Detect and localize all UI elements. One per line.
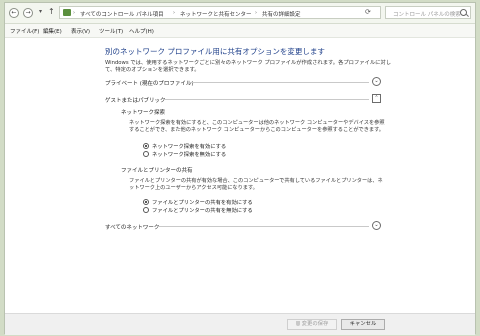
control-panel-window: ← → ▾ ↑ › すべてのコントロール パネル項目 › ネットワークと共有セン… [4,2,476,335]
cancel-button[interactable]: キャンセル [341,319,385,330]
save-changes-label: 変更の保存 [301,321,329,327]
chevron-up-icon[interactable]: ⌃ [372,94,381,103]
section-all-networks[interactable]: すべてのネットワーク ⌄ [105,220,381,232]
divider [163,99,369,100]
divider [189,82,369,83]
chevron-down-icon[interactable]: ⌄ [372,77,381,86]
chevron-down-icon[interactable]: ⌄ [372,221,381,230]
menu-help[interactable]: ヘルプ(H) [129,27,154,35]
radio-label: ネットワーク探索を有効にする [152,144,227,150]
breadcrumb-all-items[interactable]: すべてのコントロール パネル項目 [80,10,164,18]
file-printer-sharing-title: ファイルとプリンターの共有 [121,168,193,174]
radio-label: ネットワーク探索を無効にする [152,152,227,158]
menu-view[interactable]: 表示(V) [71,27,90,35]
menu-bar: ファイル(F) 編集(E) 表示(V) ツール(T) ヘルプ(H) [5,24,475,38]
network-discovery-title: ネットワーク探索 [121,110,166,116]
section-all-label: すべてのネットワーク [105,225,160,231]
radio-button[interactable] [143,151,149,157]
radio-button[interactable] [143,207,149,213]
menu-tools[interactable]: ツール(T) [99,27,123,35]
divider [157,226,369,227]
section-guest-public[interactable]: ゲストまたはパブリック ⌃ [105,93,381,105]
radio-label: ファイルとプリンターの共有を有効にする [152,200,253,206]
save-changes-button[interactable]: 変更の保存 [287,319,337,330]
radio-label: ファイルとプリンターの共有を無効にする [152,208,253,214]
address-bar: ← → ▾ ↑ › すべてのコントロール パネル項目 › ネットワークと共有セン… [5,3,475,24]
main-content: 別のネットワーク プロファイル用に共有オプションを変更します Windows で… [5,38,475,313]
section-private[interactable]: プライベート (現在のプロファイル) ⌄ [105,76,381,88]
forward-button[interactable]: → [23,8,33,18]
section-guest-label: ゲストまたはパブリック [105,98,166,104]
up-arrow-icon[interactable]: ↑ [48,7,55,16]
breadcrumb[interactable]: › すべてのコントロール パネル項目 › ネットワークと共有センター › 共有の… [59,6,381,19]
menu-file[interactable]: ファイル(F) [10,27,39,35]
breadcrumb-separator-icon[interactable]: › [73,10,75,16]
footer-bar: 変更の保存 キャンセル [5,313,475,335]
page-description: Windows では、使用するネットワークごとに別々のネットワーク プロファイル… [105,60,392,73]
breadcrumb-separator-icon[interactable]: › [255,10,257,16]
refresh-icon[interactable]: ⟳ [365,8,371,16]
network-discovery-text: ネットワーク探索を有効にすると、このコンピューターは他のネットワーク コンピュー… [129,120,385,133]
file-printer-sharing-text: ファイルとプリンターの共有が有効な場合、このコンピューターで共有しているファイル… [129,178,383,191]
section-private-label: プライベート (現在のプロファイル) [105,81,194,87]
breadcrumb-separator-icon[interactable]: › [173,10,175,16]
recent-locations-icon[interactable]: ▾ [39,8,42,15]
search-icon[interactable] [460,9,467,16]
breadcrumb-advanced-sharing[interactable]: 共有の詳細設定 [262,10,301,18]
search-placeholder: コントロール パネルの検索 [393,12,461,18]
search-input[interactable]: コントロール パネルの検索 [385,6,471,19]
menu-edit[interactable]: 編集(E) [43,27,62,35]
breadcrumb-network-center[interactable]: ネットワークと共有センター [180,10,252,18]
page-title: 別のネットワーク プロファイル用に共有オプションを変更します [105,47,325,56]
control-panel-icon [63,9,71,16]
radio-button-selected[interactable] [143,143,149,149]
shield-icon [295,321,300,326]
radio-button-selected[interactable] [143,199,149,205]
back-button[interactable]: ← [9,8,19,18]
